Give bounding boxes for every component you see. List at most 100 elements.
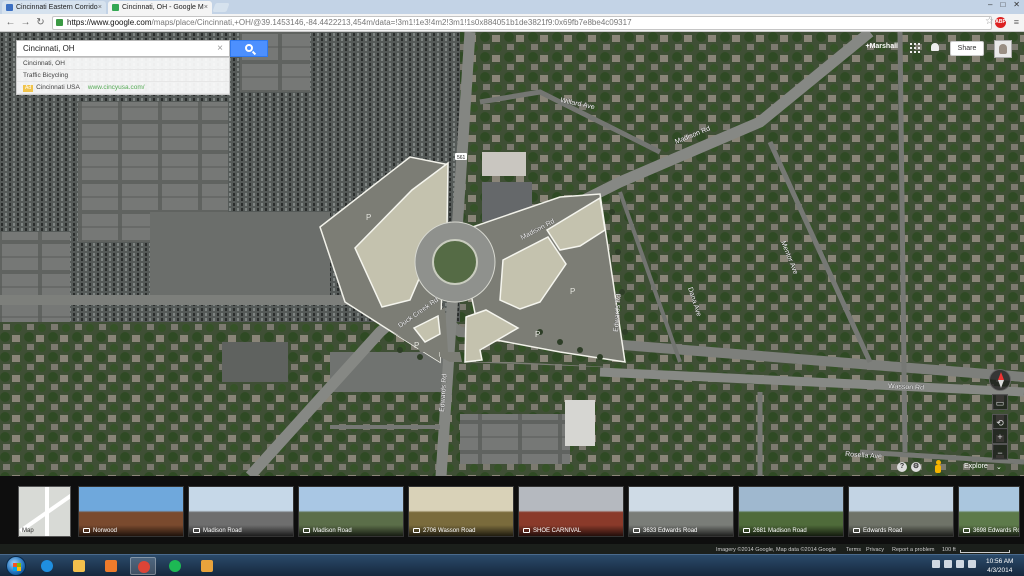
back-arrow-icon[interactable]: ←	[4, 16, 17, 29]
tray-network-icon[interactable]	[944, 560, 952, 568]
chevron-down-icon[interactable]: ⌄	[996, 463, 1002, 471]
photo-caption: Edwards Road	[849, 525, 953, 536]
minimize-button[interactable]: –	[988, 0, 992, 12]
photo-caption: SHOE CARNIVAL	[519, 525, 623, 536]
privacy-link[interactable]: Privacy	[866, 547, 884, 553]
start-button[interactable]	[6, 556, 26, 576]
zoom-in-button[interactable]: +	[992, 428, 1008, 444]
photo-thumbnail[interactable]: Madison Road	[188, 486, 294, 537]
tilt-icon[interactable]: ▭	[992, 394, 1008, 410]
map-view-label: Map	[22, 528, 34, 534]
search-suggestions: Cincinnati, OH Traffic Bicycling Ad Cinci…	[16, 57, 230, 95]
url-path: /maps/place/Cincinnati,+OH/@39.1453146,-…	[151, 18, 632, 27]
address-bar[interactable]: https://www.google.com/maps/place/Cincin…	[52, 16, 992, 30]
maps-favicon-icon	[112, 4, 119, 11]
outlook-icon[interactable]	[194, 557, 220, 575]
settings-gear-icon[interactable]: ⚙	[911, 462, 921, 472]
clear-search-icon[interactable]: ×	[217, 41, 223, 56]
ie-icon[interactable]	[34, 557, 60, 575]
photo-caption: 3633 Edwards Road	[629, 525, 733, 536]
browser-toolbar: ← → ↻ https://www.google.com/maps/place/…	[0, 14, 1024, 32]
app-glyph	[105, 560, 117, 572]
layer-links[interactable]: Traffic Bicycling	[17, 70, 229, 82]
photo-caption: 2706 Wasson Road	[409, 525, 513, 536]
zoom-out-button[interactable]: −	[992, 444, 1008, 460]
chrome-icon[interactable]	[130, 557, 156, 575]
explore-button[interactable]: Explore	[964, 463, 988, 470]
browser-tab-strip: Cincinnati Eastern Corrido × Cincinnati,…	[0, 0, 1024, 14]
photo-caption: 3698 Edwards Road	[959, 525, 1019, 536]
pegman-icon[interactable]	[934, 460, 942, 474]
parking-label: P	[535, 330, 540, 339]
apps-grid-icon[interactable]	[910, 43, 920, 53]
reload-icon[interactable]: ↻	[34, 16, 47, 29]
street-view-icon	[193, 528, 200, 533]
close-window-button[interactable]: ✕	[1013, 0, 1020, 12]
parking-label: P	[414, 341, 419, 350]
notifications-bell-icon[interactable]	[930, 42, 940, 53]
photo-label: SHOE CARNIVAL	[533, 528, 582, 534]
adblock-icon[interactable]: ABP	[995, 17, 1006, 28]
new-tab-button[interactable]	[212, 3, 230, 12]
tray-flag-icon[interactable]	[932, 560, 940, 568]
satellite-map[interactable]: P P P P Madison Rd Madison Rd Willard Av…	[0, 32, 1024, 476]
photo-thumbnail[interactable]: Norwood	[78, 486, 184, 537]
parking-label: P	[366, 213, 371, 222]
clock-time: 10:56 AM	[986, 558, 1014, 565]
photo-label: Edwards Road	[863, 528, 903, 534]
account-bar: +Marshall Share	[864, 40, 1024, 58]
tab-label: Cincinnati, OH - Google M	[122, 4, 204, 11]
tab-cincinnati-eastern-corridor[interactable]: Cincinnati Eastern Corrido ×	[2, 1, 106, 14]
avatar[interactable]	[994, 40, 1012, 58]
compass-icon[interactable]	[989, 369, 1011, 391]
app-glyph	[169, 560, 181, 572]
spotify-icon[interactable]	[162, 557, 188, 575]
ad-url: www.cincyusa.com/	[87, 84, 145, 91]
close-tab-icon[interactable]: ×	[98, 1, 102, 14]
photo-thumbnail[interactable]: 3633 Edwards Road	[628, 486, 734, 537]
photo-thumbnail[interactable]: Edwards Road	[848, 486, 954, 537]
share-button[interactable]: Share	[950, 41, 984, 56]
maximize-button[interactable]: □	[1000, 0, 1005, 12]
street-view-icon	[853, 528, 860, 533]
street-view-icon	[633, 528, 640, 533]
forward-arrow-icon[interactable]: →	[19, 16, 32, 29]
report-problem-link[interactable]: Report a problem	[892, 547, 935, 553]
scale-bar	[960, 550, 1010, 553]
url-host: https://www.google.com	[67, 18, 152, 27]
photo-label: 2681 Madison Road	[753, 528, 807, 534]
media-player-icon[interactable]	[98, 557, 124, 575]
street-view-icon	[303, 528, 310, 533]
suggestion-place[interactable]: Cincinnati, OH	[17, 58, 229, 70]
app-glyph	[73, 560, 85, 572]
search-input[interactable]: Cincinnati, OH ×	[16, 40, 230, 57]
system-clock[interactable]: 10:56 AM 4/3/2014	[986, 557, 1013, 575]
help-icon[interactable]: ?	[897, 462, 907, 472]
app-glyph	[138, 561, 150, 573]
ad-title: Cincinnati USA	[36, 84, 80, 91]
photo-thumbnail[interactable]: SHOE CARNIVAL	[518, 486, 624, 537]
satellite-imagery: P P P P Madison Rd Madison Rd Willard Av…	[0, 32, 1024, 476]
search-button[interactable]	[230, 40, 268, 57]
tray-battery-icon[interactable]	[968, 560, 976, 568]
photo-thumbnail[interactable]: 3698 Edwards Road	[958, 486, 1020, 537]
photo-label: 3633 Edwards Road	[643, 528, 698, 534]
photo-label: Madison Road	[313, 528, 352, 534]
photo-thumbnail[interactable]: 2706 Wasson Road	[408, 486, 514, 537]
explorer-icon[interactable]	[66, 557, 92, 575]
chrome-menu-icon[interactable]: ≡	[1014, 17, 1019, 27]
suggestion-ad[interactable]: Ad Cincinnati USA www.cincyusa.com/	[17, 82, 229, 94]
tray-volume-icon[interactable]	[956, 560, 964, 568]
username-link[interactable]: +Marshall	[866, 43, 899, 50]
tab-google-maps[interactable]: Cincinnati, OH - Google M ×	[108, 1, 212, 14]
clock-date: 4/3/2014	[987, 567, 1013, 574]
close-tab-icon[interactable]: ×	[204, 1, 208, 14]
photo-thumbnail[interactable]: 2681 Madison Road	[738, 486, 844, 537]
search-icon	[245, 44, 253, 52]
photo-thumbnail[interactable]: Madison Road	[298, 486, 404, 537]
bookmark-star-icon[interactable]: ☆	[985, 16, 994, 27]
tab-favicon-icon	[6, 4, 13, 11]
map-view-toggle[interactable]: Map	[18, 486, 71, 537]
terms-link[interactable]: Terms	[846, 547, 861, 553]
photo-label: 2706 Wasson Road	[423, 528, 476, 534]
